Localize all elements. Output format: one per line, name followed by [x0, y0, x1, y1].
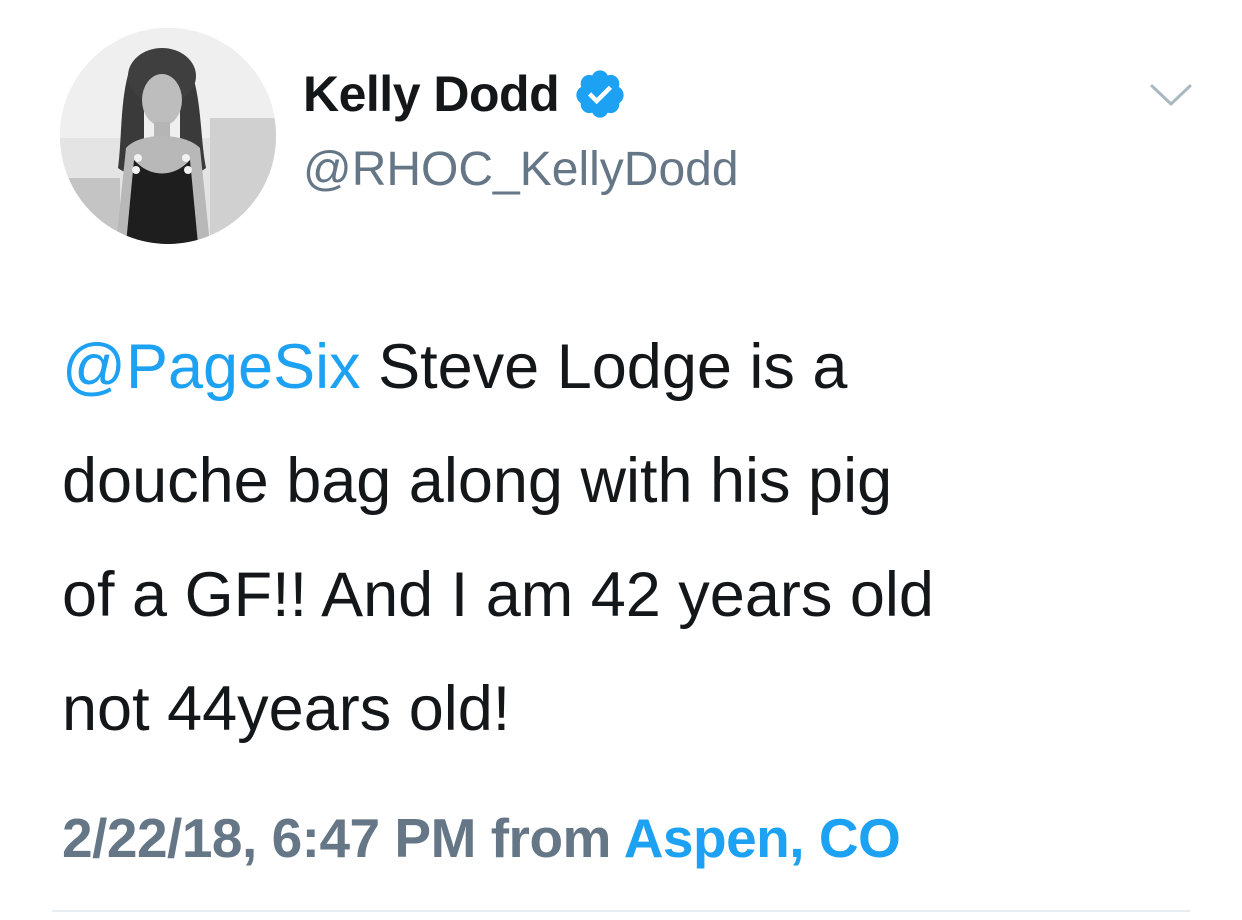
- avatar[interactable]: [60, 28, 276, 244]
- timestamp[interactable]: 2/22/18, 6:47 PM: [62, 807, 476, 869]
- tweet-line-3: of a GF!! And I am 42 years old: [62, 560, 934, 630]
- mention-link[interactable]: @PageSix: [62, 332, 361, 402]
- tweet-line-4: not 44years old!: [62, 674, 511, 744]
- tweet-line-1-text: Steve Lodge is a: [360, 332, 848, 402]
- tweet-text: @PageSix Steve Lodge is a douche bag alo…: [62, 310, 1182, 766]
- display-name-text: Kelly Dodd: [303, 66, 560, 122]
- display-name[interactable]: Kelly Dodd: [303, 62, 627, 126]
- divider: [52, 910, 1190, 912]
- location-link[interactable]: Aspen, CO: [624, 807, 901, 869]
- tweet-line-2: douche bag along with his pig: [62, 446, 893, 516]
- tweet-card: Kelly Dodd @RHOC_KellyDodd @PageSix Stev…: [0, 0, 1242, 920]
- tweet-line-1: @PageSix Steve Lodge is a: [62, 310, 1182, 424]
- user-handle[interactable]: @RHOC_KellyDodd: [303, 140, 739, 200]
- from-label: from: [475, 807, 624, 869]
- chevron-down-icon[interactable]: [1148, 80, 1194, 110]
- tweet-meta: 2/22/18, 6:47 PM from Aspen, CO: [62, 804, 901, 872]
- avatar-photo: [60, 28, 276, 244]
- verified-badge-icon: [576, 70, 624, 118]
